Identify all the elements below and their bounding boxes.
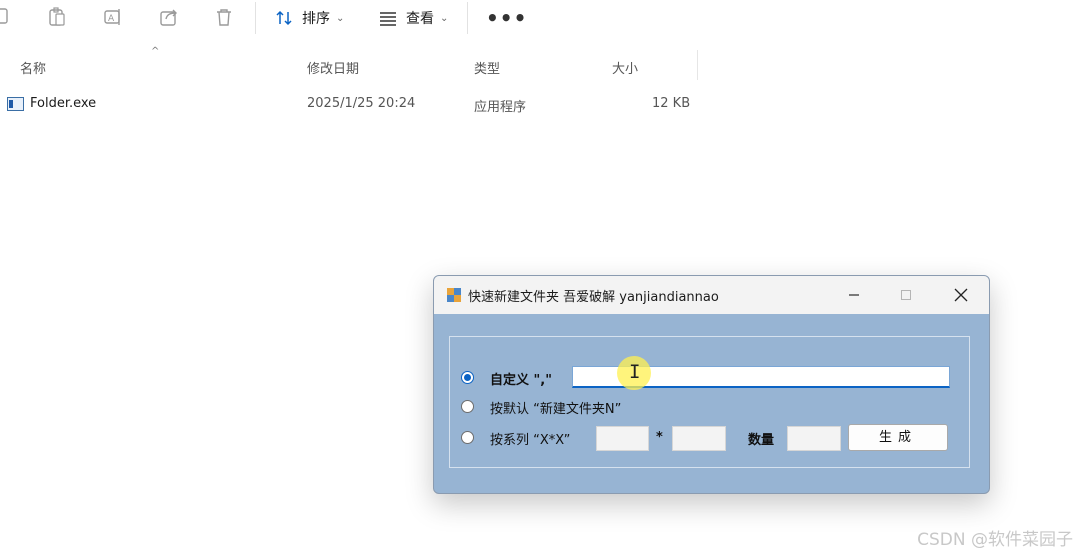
column-header-size[interactable]: 大小 — [612, 58, 638, 77]
view-label: 查看 — [406, 11, 434, 27]
radio-default[interactable] — [461, 400, 474, 413]
maximize-icon — [901, 290, 911, 300]
file-name: Folder.exe — [30, 96, 97, 111]
quick-folder-dialog: 快速新建文件夹 吾爱破解 yanjiandiannao 自定义 "," 按默认 … — [433, 275, 990, 494]
minimize-button[interactable] — [842, 283, 866, 307]
sort-caret-icon: ^ — [151, 46, 160, 57]
app-icon — [447, 288, 461, 302]
text-cursor-icon: I — [629, 361, 641, 383]
file-size: 12 KB — [652, 96, 691, 111]
times-sign: * — [656, 430, 663, 445]
chevron-down-icon: ⌄ — [336, 12, 345, 24]
copy-icon[interactable] — [0, 6, 14, 28]
file-type: 应用程序 — [474, 100, 527, 115]
option-default-label[interactable]: 按默认 “新建文件夹N” — [490, 398, 621, 417]
share-icon[interactable] — [158, 6, 180, 28]
sort-button[interactable]: 排序 ⌄ — [274, 6, 344, 30]
option-custom-label[interactable]: 自定义 "," — [490, 369, 552, 388]
option-series-label[interactable]: 按系列 “X*X” — [490, 429, 570, 448]
dialog-title: 快速新建文件夹 吾爱破解 yanjiandiannao — [468, 290, 719, 305]
generate-button[interactable]: 生成 — [848, 424, 948, 451]
count-label: 数量 — [748, 433, 775, 448]
maximize-button[interactable] — [894, 283, 918, 307]
column-divider — [697, 50, 698, 80]
series-y-input[interactable] — [672, 426, 726, 451]
delete-icon[interactable] — [213, 6, 235, 28]
dialog-titlebar[interactable]: 快速新建文件夹 吾爱破解 yanjiandiannao — [434, 276, 989, 314]
chevron-down-icon: ⌄ — [440, 12, 449, 24]
toolbar-divider — [467, 2, 468, 34]
sort-icon — [276, 10, 292, 26]
sort-label: 排序 — [302, 11, 330, 27]
radio-series[interactable] — [461, 431, 474, 444]
more-options-button[interactable]: ••• — [486, 6, 527, 30]
toolbar-divider — [255, 2, 256, 34]
paste-icon[interactable] — [46, 6, 68, 28]
close-button[interactable] — [949, 283, 973, 307]
view-button[interactable]: 查看 ⌄ — [378, 6, 448, 30]
view-icon — [380, 12, 396, 26]
column-header-name[interactable]: 名称 — [20, 58, 46, 77]
svg-text:A: A — [108, 14, 115, 24]
watermark: CSDN @软件菜园子 — [917, 530, 1073, 550]
count-input[interactable] — [787, 426, 841, 451]
radio-custom[interactable] — [461, 371, 474, 384]
explorer-toolbar: A 排序 ⌄ 查看 ⌄ ••• — [0, 0, 1079, 36]
column-header-modified[interactable]: 修改日期 — [307, 58, 359, 77]
file-row[interactable]: Folder.exe 2025/1/25 20:24 应用程序 12 KB — [0, 96, 700, 115]
minimize-icon — [849, 294, 859, 296]
close-icon — [954, 288, 968, 302]
series-x-input[interactable] — [596, 426, 649, 451]
column-header-type[interactable]: 类型 — [474, 58, 500, 77]
file-modified: 2025/1/25 20:24 — [307, 96, 416, 111]
rename-icon[interactable]: A — [102, 6, 124, 28]
